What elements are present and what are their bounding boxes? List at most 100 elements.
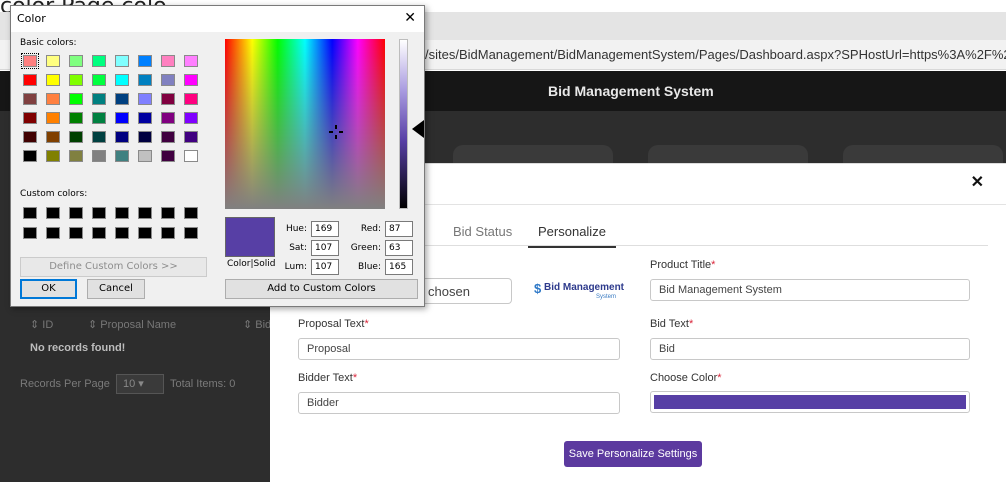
lum-label: Lum:	[284, 262, 307, 272]
basic-color-swatch[interactable]	[69, 131, 83, 143]
basic-color-swatch[interactable]	[138, 112, 152, 124]
basic-color-swatch[interactable]	[115, 112, 129, 124]
custom-color-swatch[interactable]	[161, 227, 175, 239]
close-icon[interactable]: ✕	[404, 10, 416, 26]
logo-file-input[interactable]: chosen	[420, 278, 512, 304]
basic-color-swatch[interactable]	[161, 74, 175, 86]
bidder-text-input[interactable]: Bidder	[298, 392, 620, 414]
basic-color-swatch[interactable]	[184, 55, 198, 67]
proposal-text-label: Proposal Text*	[298, 318, 369, 330]
sat-input[interactable]: 107	[311, 240, 339, 256]
tab-bid-status[interactable]: Bid Status	[453, 224, 512, 246]
basic-color-swatch[interactable]	[92, 93, 106, 105]
basic-color-swatch[interactable]	[161, 93, 175, 105]
custom-color-swatch[interactable]	[115, 227, 129, 239]
basic-color-swatch[interactable]	[69, 150, 83, 162]
crosshair-icon[interactable]	[329, 125, 343, 139]
modal-close-icon[interactable]: ✕	[971, 172, 984, 192]
basic-color-swatch[interactable]	[21, 53, 39, 69]
hue-input[interactable]: 169	[311, 221, 339, 237]
basic-color-swatch[interactable]	[92, 74, 106, 86]
grid-header-proposal-name[interactable]: ⇕ Proposal Name	[88, 318, 176, 331]
basic-color-swatch[interactable]	[69, 55, 83, 67]
basic-color-swatch[interactable]	[184, 74, 198, 86]
custom-color-swatch[interactable]	[184, 207, 198, 219]
color-spectrum[interactable]	[225, 39, 385, 209]
color-dialog-titlebar[interactable]: Color ✕	[11, 6, 424, 32]
basic-color-swatch[interactable]	[92, 55, 106, 67]
basic-color-swatch[interactable]	[92, 150, 106, 162]
proposal-text-input[interactable]: Proposal	[298, 338, 620, 360]
basic-color-swatch[interactable]	[46, 93, 60, 105]
basic-color-swatch[interactable]	[23, 93, 37, 105]
custom-color-swatch[interactable]	[138, 207, 152, 219]
basic-color-swatch[interactable]	[23, 112, 37, 124]
basic-color-swatch[interactable]	[69, 112, 83, 124]
basic-color-swatch[interactable]	[115, 55, 129, 67]
cancel-button[interactable]: Cancel	[87, 279, 145, 299]
custom-color-swatch[interactable]	[92, 227, 106, 239]
define-custom-colors-button[interactable]: Define Custom Colors >>	[20, 257, 207, 277]
basic-color-swatch[interactable]	[138, 74, 152, 86]
basic-color-swatch[interactable]	[115, 131, 129, 143]
basic-color-swatch[interactable]	[92, 131, 106, 143]
basic-color-swatch[interactable]	[138, 131, 152, 143]
grid-header-bid[interactable]: ⇕ Bid	[243, 318, 271, 331]
basic-color-swatch[interactable]	[46, 74, 60, 86]
custom-color-swatch[interactable]	[138, 227, 152, 239]
basic-color-swatch[interactable]	[184, 93, 198, 105]
custom-color-swatch[interactable]	[23, 207, 37, 219]
basic-color-swatch[interactable]	[46, 112, 60, 124]
sat-label: Sat:	[289, 243, 307, 253]
custom-color-swatch[interactable]	[115, 207, 129, 219]
basic-color-swatch[interactable]	[46, 150, 60, 162]
ok-button[interactable]: OK	[20, 279, 77, 299]
green-input[interactable]: 63	[385, 240, 413, 256]
custom-color-swatch[interactable]	[23, 227, 37, 239]
add-to-custom-colors-button[interactable]: Add to Custom Colors	[225, 279, 418, 299]
basic-color-swatch[interactable]	[23, 74, 37, 86]
basic-color-swatch[interactable]	[161, 150, 175, 162]
basic-color-swatch[interactable]	[23, 131, 37, 143]
basic-color-swatch[interactable]	[69, 74, 83, 86]
basic-color-swatch[interactable]	[138, 93, 152, 105]
basic-color-swatch[interactable]	[161, 112, 175, 124]
basic-color-swatch[interactable]	[161, 131, 175, 143]
basic-color-swatch[interactable]	[115, 93, 129, 105]
basic-color-swatch[interactable]	[184, 131, 198, 143]
address-url[interactable]: /sites/BidManagement/BidManagementSystem…	[425, 47, 1006, 62]
basic-color-swatch[interactable]	[69, 93, 83, 105]
bid-text-input[interactable]: Bid	[650, 338, 970, 360]
records-per-page-label: Records Per Page	[20, 378, 110, 390]
custom-color-swatch[interactable]	[69, 207, 83, 219]
custom-color-swatch[interactable]	[161, 207, 175, 219]
blue-input[interactable]: 165	[385, 259, 413, 275]
product-title-label: Product Title*	[650, 259, 716, 271]
basic-color-swatch[interactable]	[138, 55, 152, 67]
basic-color-swatch[interactable]	[138, 150, 152, 162]
basic-color-swatch[interactable]	[184, 150, 198, 162]
grid-header-id[interactable]: ⇕ ID	[30, 318, 53, 331]
basic-color-swatch[interactable]	[161, 55, 175, 67]
luminance-arrow-icon[interactable]	[412, 120, 424, 138]
lum-input[interactable]: 107	[311, 259, 339, 275]
custom-color-swatch[interactable]	[92, 207, 106, 219]
red-input[interactable]: 87	[385, 221, 413, 237]
basic-color-swatch[interactable]	[46, 131, 60, 143]
custom-color-swatch[interactable]	[46, 207, 60, 219]
save-personalize-button[interactable]: Save Personalize Settings	[564, 441, 702, 467]
custom-color-swatch[interactable]	[69, 227, 83, 239]
luminance-slider[interactable]	[399, 39, 408, 209]
basic-color-swatch[interactable]	[115, 150, 129, 162]
custom-color-swatch[interactable]	[184, 227, 198, 239]
product-title-input[interactable]: Bid Management System	[650, 279, 970, 301]
custom-color-swatch[interactable]	[46, 227, 60, 239]
records-per-page-select[interactable]: 10 ▾	[116, 374, 164, 394]
basic-color-swatch[interactable]	[46, 55, 60, 67]
basic-color-swatch[interactable]	[115, 74, 129, 86]
basic-color-swatch[interactable]	[184, 112, 198, 124]
basic-color-swatch[interactable]	[23, 150, 37, 162]
color-dialog: Color ✕ Basic colors: Custom colors: Def…	[10, 5, 425, 307]
choose-color-input[interactable]	[650, 391, 970, 413]
basic-color-swatch[interactable]	[92, 112, 106, 124]
